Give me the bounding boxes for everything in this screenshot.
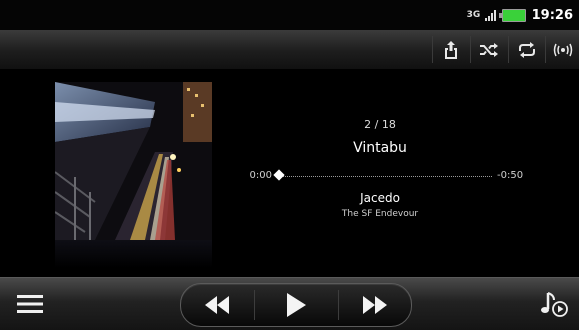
playback-controls <box>0 277 579 330</box>
play-button[interactable] <box>255 284 337 326</box>
track-index: 2 / 18 <box>364 118 396 131</box>
album-art[interactable] <box>55 82 212 240</box>
time-elapsed: 0:00 <box>249 170 272 181</box>
shuffle-button[interactable] <box>471 34 507 66</box>
transport-controls <box>180 283 412 327</box>
status-bar: 3G 19:26 <box>0 0 579 30</box>
seek-handle[interactable] <box>273 169 285 181</box>
track-title: Vintabu <box>353 140 407 156</box>
repeat-button[interactable] <box>509 34 545 66</box>
now-playing-button[interactable] <box>535 286 575 322</box>
seek-bar[interactable] <box>280 176 492 177</box>
battery-icon <box>498 8 526 22</box>
signal-icon <box>484 9 496 21</box>
share-button[interactable] <box>433 34 469 66</box>
broadcast-icon <box>553 43 573 57</box>
fast-forward-button[interactable] <box>339 284 411 326</box>
play-icon <box>287 293 306 317</box>
artist-name: Jacedo <box>360 191 400 205</box>
fast-forward-icon <box>363 296 387 314</box>
now-playing-panel: 2 / 18 Vintabu 0:00 -0:50 Jacedo The SF … <box>0 70 579 277</box>
broadcast-button[interactable] <box>545 34 579 66</box>
share-icon <box>445 41 457 59</box>
shuffle-icon <box>480 43 498 57</box>
rewind-button[interactable] <box>181 284 253 326</box>
menu-button[interactable] <box>8 286 52 322</box>
menu-icon <box>17 295 43 313</box>
album-art-reflection <box>55 240 212 268</box>
player-toolbar <box>0 30 579 70</box>
album-name: The SF Endevour <box>341 209 419 219</box>
status-icons: 3G 19:26 <box>467 0 573 30</box>
rewind-icon <box>205 296 229 314</box>
now-playing-icon <box>541 292 568 317</box>
repeat-icon <box>519 42 535 58</box>
time-remaining: -0:50 <box>497 170 524 181</box>
network-3g-icon: 3G <box>466 10 481 20</box>
status-clock: 19:26 <box>531 7 573 23</box>
